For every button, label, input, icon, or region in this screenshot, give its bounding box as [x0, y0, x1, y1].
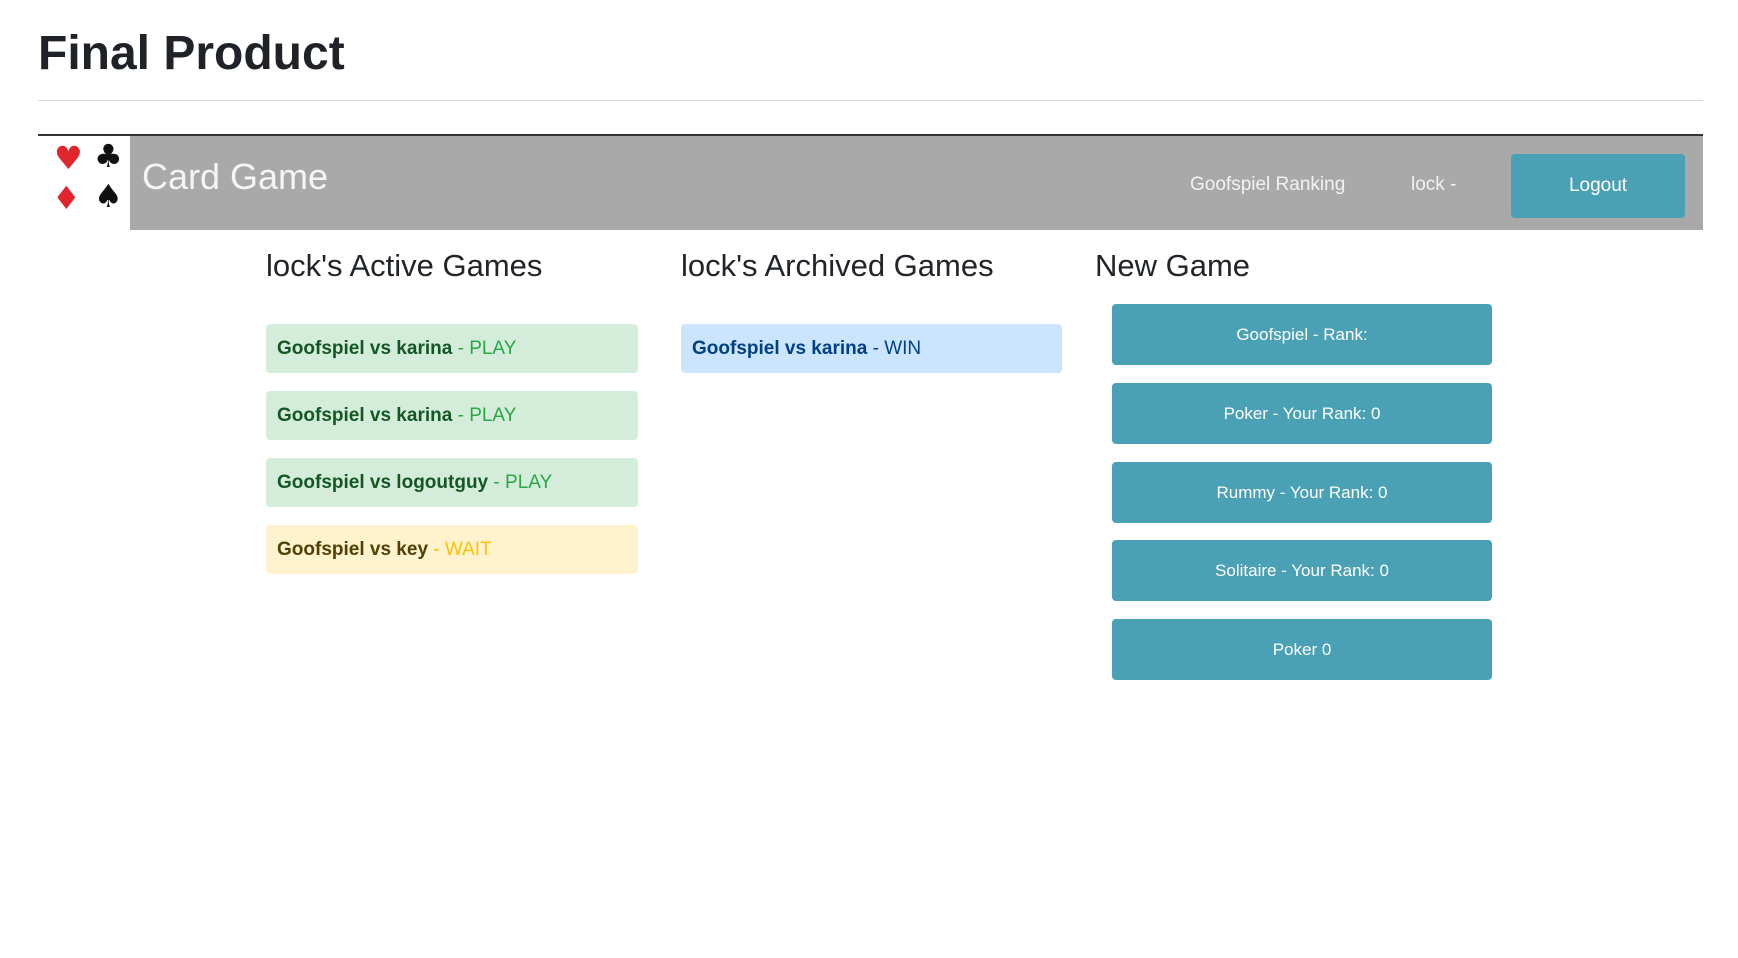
- archived-game-item[interactable]: Goofspiel vs karina - WIN: [681, 324, 1062, 373]
- game-status: PLAY: [505, 472, 553, 493]
- game-title: Goofspiel vs key: [277, 539, 429, 560]
- new-goofspiel-button[interactable]: Goofspiel - Rank:: [1112, 304, 1492, 365]
- separator: -: [428, 539, 445, 560]
- new-game-heading: New Game: [1095, 248, 1251, 283]
- spade-icon: ♠: [94, 177, 123, 215]
- game-status: PLAY: [469, 405, 517, 426]
- card-suits-logo[interactable]: ♥ ♣ ♦ ♠: [38, 136, 130, 230]
- separator: -: [867, 338, 885, 359]
- game-status: WAIT: [444, 539, 492, 560]
- page-title: Final Product: [38, 27, 345, 80]
- game-title: Goofspiel vs karina: [277, 405, 453, 426]
- active-game-item[interactable]: Goofspiel vs key - WAIT: [266, 525, 638, 574]
- new-solitaire-button[interactable]: Solitaire - Your Rank: 0: [1112, 540, 1492, 601]
- game-status: WIN: [884, 338, 922, 359]
- new-poker-alt-button[interactable]: Poker 0: [1112, 619, 1492, 680]
- diamond-icon: ♦: [52, 179, 81, 217]
- separator: -: [452, 338, 470, 359]
- game-title: Goofspiel vs karina: [692, 338, 868, 359]
- navbar: Card Game Goofspiel Ranking lock - Logou…: [130, 136, 1703, 230]
- divider: [38, 100, 1703, 101]
- user-link[interactable]: lock -: [1411, 174, 1456, 196]
- active-game-item[interactable]: Goofspiel vs karina - PLAY: [266, 324, 638, 373]
- active-game-item[interactable]: Goofspiel vs logoutguy - PLAY: [266, 458, 638, 507]
- brand-title[interactable]: Card Game: [142, 156, 328, 198]
- game-status: PLAY: [469, 338, 517, 359]
- separator: -: [488, 472, 506, 493]
- new-rummy-button[interactable]: Rummy - Your Rank: 0: [1112, 462, 1492, 523]
- active-games-heading: lock's Active Games: [266, 248, 543, 283]
- goofspiel-ranking-link[interactable]: Goofspiel Ranking: [1190, 174, 1345, 196]
- archived-games-heading: lock's Archived Games: [681, 248, 994, 283]
- logout-button[interactable]: Logout: [1511, 154, 1685, 218]
- app-screenshot: ♥ ♣ ♦ ♠ Card Game Goofspiel Ranking lock…: [38, 134, 1703, 958]
- new-poker-button[interactable]: Poker - Your Rank: 0: [1112, 383, 1492, 444]
- separator: -: [452, 405, 470, 426]
- game-title: Goofspiel vs logoutguy: [277, 472, 489, 493]
- club-icon: ♣: [94, 137, 123, 175]
- active-game-item[interactable]: Goofspiel vs karina - PLAY: [266, 391, 638, 440]
- game-title: Goofspiel vs karina: [277, 338, 453, 359]
- heart-icon: ♥: [54, 139, 83, 177]
